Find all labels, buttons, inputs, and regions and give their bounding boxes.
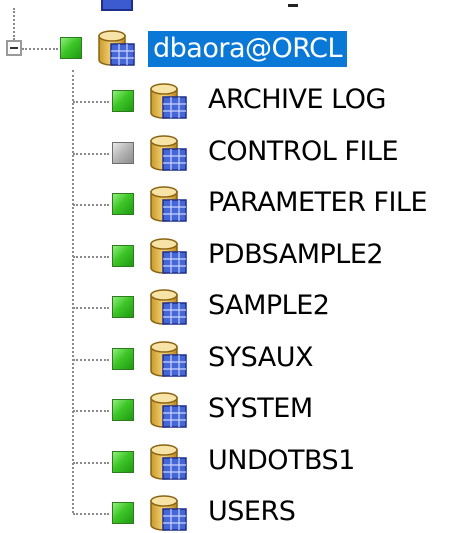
database-icon bbox=[150, 341, 187, 377]
tree-node-root-label[interactable]: dbaora@ORCL bbox=[148, 31, 348, 67]
parent-database-icon bbox=[98, 0, 136, 14]
database-icon bbox=[150, 83, 187, 119]
connector-line bbox=[73, 359, 109, 361]
status-online-icon bbox=[112, 296, 134, 318]
database-icon bbox=[150, 392, 187, 428]
tree-node-label[interactable]: SYSTEM bbox=[208, 391, 313, 427]
collapse-toggle[interactable] bbox=[6, 40, 22, 56]
tree-node-label[interactable]: CONTROL FILE bbox=[208, 134, 399, 170]
connector-line bbox=[73, 101, 109, 103]
status-online-icon bbox=[112, 90, 134, 112]
database-icon bbox=[150, 495, 187, 531]
tree-node-label[interactable]: SAMPLE2 bbox=[208, 288, 330, 324]
tree-node-label[interactable]: ARCHIVE LOG bbox=[208, 82, 386, 118]
schema-tree: dbaora@ORCL ARCHIVE LOG CONTROL FILE PARAM… bbox=[0, 0, 474, 532]
database-icon bbox=[150, 238, 187, 274]
status-online-icon bbox=[60, 37, 82, 59]
connector-line bbox=[72, 70, 74, 513]
connector-line bbox=[73, 307, 109, 309]
connector-line bbox=[73, 256, 109, 258]
tree-node-label[interactable]: PDBSAMPLE2 bbox=[208, 237, 384, 273]
database-icon bbox=[150, 186, 187, 222]
connector-line bbox=[73, 513, 109, 515]
connector-line bbox=[73, 462, 109, 464]
tree-node-label[interactable]: PARAMETER FILE bbox=[208, 185, 428, 221]
database-icon bbox=[150, 444, 187, 480]
database-icon bbox=[150, 135, 187, 171]
status-offline-icon bbox=[112, 142, 134, 164]
database-icon bbox=[98, 30, 135, 66]
status-online-icon bbox=[112, 348, 134, 370]
database-icon bbox=[150, 289, 187, 325]
status-online-icon bbox=[112, 502, 134, 524]
status-online-icon bbox=[112, 193, 134, 215]
connector-line bbox=[73, 204, 109, 206]
status-online-icon bbox=[112, 451, 134, 473]
partial-label-fragment bbox=[288, 4, 298, 7]
connector-line bbox=[73, 153, 109, 155]
tree-node-label[interactable]: UNDOTBS1 bbox=[208, 443, 355, 479]
status-online-icon bbox=[112, 245, 134, 267]
status-online-icon bbox=[112, 399, 134, 421]
tree-node-label[interactable]: USERS bbox=[208, 494, 296, 530]
tree-node-label[interactable]: SYSAUX bbox=[208, 340, 314, 376]
connector-line bbox=[13, 8, 15, 40]
connector-line bbox=[73, 410, 109, 412]
connector-line bbox=[22, 48, 58, 50]
